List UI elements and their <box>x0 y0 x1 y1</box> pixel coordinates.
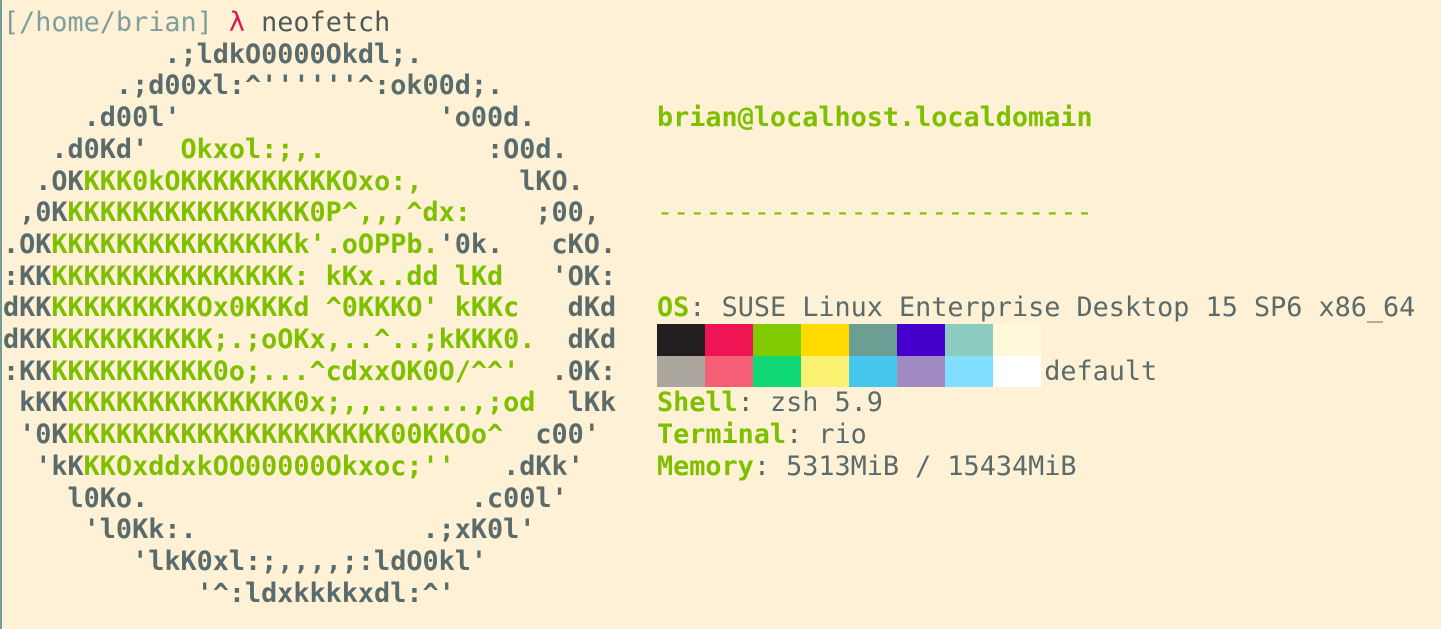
normal-swatch-5 <box>897 324 945 356</box>
logo-line: .;ldkO0000Okdl;. <box>3 38 423 70</box>
logo-line: ,0KKKKKKKKKKKKKKKK0P^,,,^dx: ;00, <box>3 197 600 229</box>
bright-swatch-7 <box>993 355 1041 387</box>
logo-line: .OKKKK0kOKKKKKKKKKKOxo:, lKO. <box>3 165 584 197</box>
color-palette <box>657 324 1041 387</box>
logo-line: l0Ko. .c00l' <box>3 482 568 514</box>
bright-swatch-5 <box>897 355 945 387</box>
cursor-bar <box>0 0 2 629</box>
terminal-window[interactable]: [/home/brian] λ neofetch .;ldkO0000Okdl;… <box>0 0 1441 629</box>
normal-swatch-7 <box>993 324 1041 356</box>
logo-line: '^:ldxkkkkxdl:^' <box>3 577 455 609</box>
info-field-terminal: Terminal: rio <box>657 419 867 451</box>
logo-line: 'lkK0xl:;,,,,;:ldO0kl' <box>3 545 487 577</box>
logo-line: .d00l' 'o00d. <box>3 102 536 134</box>
logo-line: 'kKKKOxddxkOO00000Okxoc;'' .dKk' <box>3 450 584 482</box>
info-field-shell: Shell: zsh 5.9 <box>657 387 883 419</box>
system-info: brian@localhost.localdomain ------------… <box>657 39 1415 546</box>
bright-swatch-1 <box>705 355 753 387</box>
bright-swatch-6 <box>945 355 993 387</box>
normal-swatch-0 <box>657 324 705 356</box>
bright-swatch-2 <box>753 355 801 387</box>
info-value: 5313MiB / 15434MiB <box>786 450 1077 482</box>
bright-swatch-3 <box>801 355 849 387</box>
info-field-memory: Memory: 5313MiB / 15434MiB <box>657 450 1077 482</box>
palette-row-normal <box>657 324 1041 356</box>
info-value: zsh 5.9 <box>769 387 883 419</box>
logo-line: .;d00xl:^''''''^:ok00d;. <box>3 70 504 102</box>
info-key: Terminal <box>657 419 787 451</box>
logo-line: 'l0Kk:. .;xK0l' <box>3 514 536 546</box>
logo-line: dKKKKKKKKKKKK;.;oOKx,..^..;kKKK0. dKd <box>3 324 617 356</box>
logo-line: :KKKKKKKKKKKK0o;...^cdxxOK0O/^^' .0K: <box>3 355 617 387</box>
prompt-line: [/home/brian] λ neofetch <box>3 7 390 39</box>
logo-line: '0KKKKKKKKKKKKKKKKKKKKK00KKOo^ c00' <box>3 419 600 451</box>
prompt-symbol: λ <box>228 7 246 38</box>
bright-swatch-0 <box>657 355 705 387</box>
info-value: rio <box>818 419 867 451</box>
logo-line: dKKKKKKKKKKKOx0KKKd ^0KKKO' kKKc dKd <box>3 292 617 324</box>
normal-swatch-1 <box>705 324 753 356</box>
normal-swatch-3 <box>801 324 849 356</box>
logo-line: .d0Kd' Okxol:;,. :O0d. <box>3 133 568 165</box>
user-host: brian@localhost.localdomain <box>657 102 1093 134</box>
logo-line: :KKKKKKKKKKKKKKKKK: kKx..dd lKd 'OK: <box>3 260 617 292</box>
info-separator: --------------------------- <box>657 197 1093 229</box>
prompt-command: neofetch <box>261 7 391 38</box>
distro-logo-ascii: .;ldkO0000Okdl;. .;d00xl:^''''''^:ok00d;… <box>3 39 616 610</box>
prompt-cwd: [/home/brian] <box>3 7 213 38</box>
normal-swatch-4 <box>849 324 897 356</box>
info-key: OS <box>657 292 690 324</box>
logo-line: kKKKKKKKKKKKKKKKK0x;,,......,;od lKk <box>3 387 617 419</box>
logo-line: .OKKKKKKKKKKKKKKKKk'.oOPPb.'0k. cKO. <box>3 228 617 260</box>
info-field-os: OS: SUSE Linux Enterprise Desktop 15 SP6… <box>657 292 1416 324</box>
info-fields: OS: SUSE Linux Enterprise Desktop 15 SP6… <box>657 292 1415 482</box>
info-key: Shell <box>657 387 738 419</box>
normal-swatch-6 <box>945 324 993 356</box>
palette-row-bright <box>657 355 1041 387</box>
bright-swatch-4 <box>849 355 897 387</box>
info-key: Memory <box>657 450 754 482</box>
normal-swatch-2 <box>753 324 801 356</box>
info-value: SUSE Linux Enterprise Desktop 15 SP6 x86… <box>721 292 1416 324</box>
